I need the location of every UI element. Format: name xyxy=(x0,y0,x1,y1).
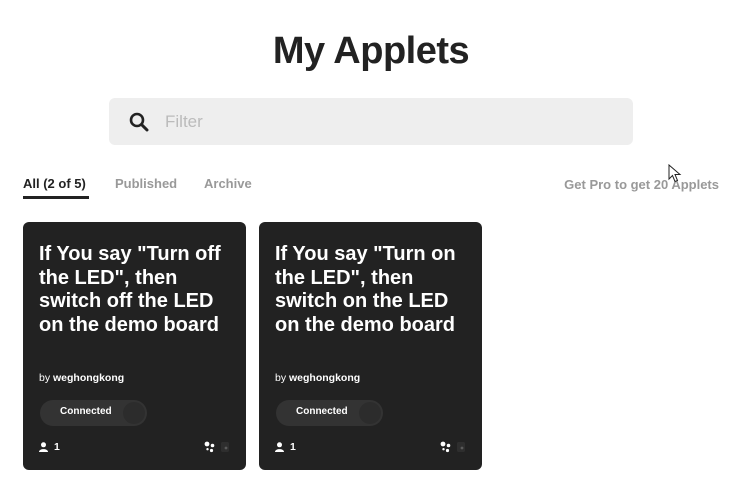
service-icons xyxy=(204,441,230,453)
applet-title: If You say "Turn on the LED", then switc… xyxy=(275,243,456,336)
applet-title: If You say "Turn off the LED", then swit… xyxy=(39,243,221,336)
page-title: My Applets xyxy=(272,30,470,72)
mouse-cursor-icon xyxy=(668,164,682,183)
applet-author: by weghongkong xyxy=(275,372,360,384)
author-prefix: by xyxy=(39,372,51,384)
webhooks-icon xyxy=(457,442,465,452)
search-input[interactable] xyxy=(165,98,605,145)
applet-card[interactable]: If You say "Turn on the LED", then switc… xyxy=(259,222,482,470)
tab-published[interactable]: Published xyxy=(115,176,177,191)
users-count: 1 xyxy=(275,441,296,453)
search-icon xyxy=(129,112,149,132)
toggle-knob xyxy=(123,402,145,424)
applet-author: by weghongkong xyxy=(39,372,124,384)
author-name: weghongkong xyxy=(289,372,361,384)
users-count-value: 1 xyxy=(54,441,60,453)
toggle-label: Connected xyxy=(296,406,348,417)
toggle-knob xyxy=(359,402,381,424)
applet-card[interactable]: If You say "Turn off the LED", then swit… xyxy=(23,222,246,470)
user-icon xyxy=(275,442,284,452)
author-name: weghongkong xyxy=(53,372,125,384)
author-prefix: by xyxy=(275,372,287,384)
tab-all[interactable]: All (2 of 5) xyxy=(23,176,86,191)
webhooks-icon xyxy=(221,442,229,452)
connected-toggle[interactable]: Connected xyxy=(276,400,383,426)
assistant-icon xyxy=(440,441,451,453)
tab-archive[interactable]: Archive xyxy=(204,176,252,191)
user-icon xyxy=(39,442,48,452)
service-icons xyxy=(440,441,466,453)
active-tab-indicator xyxy=(23,196,89,199)
connected-toggle[interactable]: Connected xyxy=(40,400,147,426)
users-count: 1 xyxy=(39,441,60,453)
search-bar xyxy=(109,98,633,145)
assistant-icon xyxy=(204,441,215,453)
users-count-value: 1 xyxy=(290,441,296,453)
get-pro-link[interactable]: Get Pro to get 20 Applets xyxy=(564,177,719,192)
toggle-label: Connected xyxy=(60,406,112,417)
